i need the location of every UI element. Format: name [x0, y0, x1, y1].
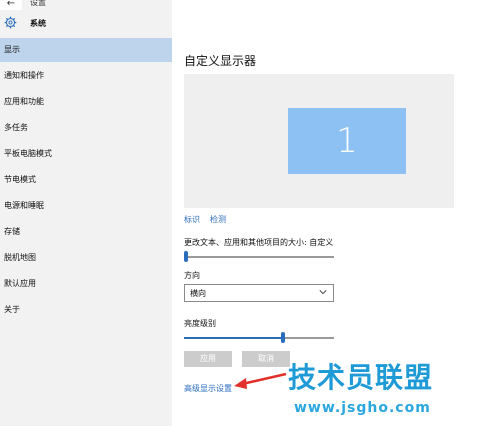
sidebar-item-default-apps[interactable]: 默认应用 — [0, 272, 172, 296]
window-title: 设置 — [30, 0, 46, 7]
gear-icon — [4, 16, 17, 29]
sidebar-item-notifications[interactable]: 通知和操作 — [0, 64, 172, 88]
orientation-value: 横向 — [190, 289, 206, 298]
orientation-label: 方向 — [184, 271, 200, 280]
sidebar-item-apps[interactable]: 应用和功能 — [0, 90, 172, 114]
brightness-slider-thumb[interactable] — [281, 332, 285, 343]
watermark: 技术员联盟 www.jsgho.com — [270, 356, 460, 420]
watermark-url: www.jsgho.com — [294, 400, 431, 416]
sidebar-item-about[interactable]: 关于 — [0, 298, 172, 322]
display-preview: 1 — [184, 74, 454, 208]
section-header: 系统 — [0, 12, 172, 34]
back-button[interactable]: ← — [0, 0, 22, 10]
monitor-tile[interactable]: 1 — [288, 108, 406, 174]
apply-button[interactable]: 应用 — [184, 351, 232, 367]
scale-slider-thumb[interactable] — [184, 251, 188, 262]
sidebar-item-battery-saver[interactable]: 节电模式 — [0, 168, 172, 192]
sidebar-item-tablet-mode[interactable]: 平板电脑模式 — [0, 142, 172, 166]
title-bar: ← 设置 — [0, 0, 172, 12]
sidebar-item-power-sleep[interactable]: 电源和睡眠 — [0, 194, 172, 218]
sidebar-item-offline-maps[interactable]: 脱机地图 — [0, 246, 172, 270]
scale-slider-track[interactable] — [184, 256, 334, 258]
brightness-slider-track[interactable] — [184, 337, 334, 339]
page-title: 自定义显示器 — [184, 54, 257, 68]
scale-label: 更改文本、应用和其他项目的大小: 自定义 — [184, 238, 334, 247]
sidebar-item-display[interactable]: 显示 — [0, 38, 172, 62]
watermark-text: 技术员联盟 — [288, 361, 434, 394]
sidebar-item-multitasking[interactable]: 多任务 — [0, 116, 172, 140]
sidebar-item-storage[interactable]: 存储 — [0, 220, 172, 244]
identify-link[interactable]: 标识 — [184, 214, 200, 225]
detect-link[interactable]: 检测 — [210, 214, 226, 225]
sidebar: ← 设置 系统 显示 通知和操作 应用和功能 多任务 平板电脑模式 节电模式 电… — [0, 0, 172, 426]
section-title: 系统 — [30, 19, 46, 28]
chevron-down-icon — [319, 290, 327, 295]
brightness-slider-fill — [184, 337, 283, 339]
advanced-display-settings-link[interactable]: 高级显示设置 — [184, 383, 232, 394]
brightness-label: 亮度级别 — [184, 319, 216, 328]
orientation-select[interactable]: 横向 — [184, 284, 334, 302]
